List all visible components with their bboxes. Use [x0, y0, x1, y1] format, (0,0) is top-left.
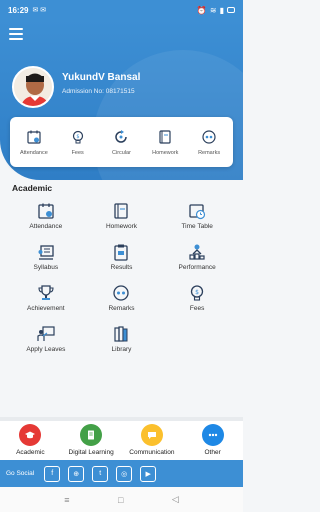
- status-time: 16:29: [8, 5, 29, 15]
- grid-achievement[interactable]: Achievement: [8, 284, 84, 312]
- chat-icon: [202, 129, 216, 144]
- go-social-bar: Go Social f ⊕ t ◎ ▶: [0, 460, 243, 487]
- grid-results[interactable]: Results: [84, 243, 160, 271]
- grid-syllabus[interactable]: Syllabus: [8, 243, 84, 271]
- grid-homework[interactable]: Homework: [84, 202, 160, 230]
- recent-apps-icon[interactable]: ≡: [64, 495, 69, 505]
- student-name: YukundV Bansal: [62, 72, 141, 83]
- globe-icon[interactable]: ⊕: [68, 465, 85, 482]
- quick-attendance[interactable]: Attendance: [14, 129, 54, 156]
- youtube-icon[interactable]: ▶: [140, 465, 157, 482]
- document-icon: [80, 424, 103, 446]
- grid-label: Apply Leaves: [26, 346, 66, 353]
- bottom-nav: Academic Digital Learning Communication …: [0, 421, 243, 460]
- grid-label: Homework: [105, 223, 138, 230]
- circular-arrow-icon: [115, 129, 128, 143]
- quick-links-card: Attendance $ Fees Circular Homework Rema…: [10, 117, 233, 167]
- quick-homework[interactable]: Homework: [145, 129, 185, 156]
- wifi-icon: ≋: [209, 5, 217, 15]
- quick-remarks[interactable]: Remarks: [189, 129, 229, 156]
- money-bulb-icon: $: [72, 130, 83, 143]
- signal-icon: ▮: [219, 5, 224, 15]
- grid-apply-leaves[interactable]: Apply Leaves: [8, 325, 84, 353]
- facebook-icon[interactable]: f: [44, 465, 61, 482]
- quick-label: Homework: [152, 149, 179, 156]
- quick-circular[interactable]: Circular: [101, 129, 141, 156]
- quick-fees[interactable]: $ Fees: [58, 129, 98, 156]
- quick-label: Fees: [71, 149, 84, 156]
- avatar: [12, 66, 54, 108]
- nav-label: Other: [204, 449, 221, 456]
- quick-label: Attendance: [19, 149, 48, 156]
- syllabus-board-icon: [38, 245, 54, 260]
- grid-label: Performance: [178, 264, 216, 271]
- quick-label: Remarks: [198, 149, 221, 156]
- grid-label: Attendance: [29, 223, 63, 230]
- instagram-icon[interactable]: ◎: [116, 465, 133, 482]
- more-dots-icon: [201, 424, 224, 446]
- money-bulb-icon: $: [191, 285, 204, 301]
- home-icon[interactable]: □: [118, 495, 123, 505]
- grid-label: Time Table: [181, 223, 213, 230]
- chat-icon: [113, 285, 130, 301]
- grid-label: Fees: [189, 305, 205, 312]
- section-title: Academic: [12, 183, 53, 193]
- svg-text:$: $: [76, 134, 79, 140]
- performance-podium-icon: [189, 244, 205, 260]
- system-nav-bar: ≡ □ ◁: [0, 487, 243, 512]
- calendar-check-icon: [38, 203, 54, 219]
- grid-label: Library: [111, 346, 132, 353]
- status-bar: 16:29 ✉ ✉ ⏰ ≋ ▮: [0, 0, 243, 20]
- svg-text:$: $: [195, 289, 199, 296]
- alarm-icon: ⏰: [196, 5, 207, 15]
- chat-bubble-icon: [140, 424, 163, 446]
- grid-library[interactable]: Library: [84, 325, 160, 353]
- grid-label: Achievement: [27, 305, 65, 312]
- library-books-icon: [114, 326, 128, 342]
- nav-academic[interactable]: Academic: [0, 424, 60, 456]
- grid-label: Syllabus: [33, 264, 59, 271]
- grid-time-table[interactable]: Time Table: [159, 202, 235, 230]
- nav-other[interactable]: Other: [183, 424, 243, 456]
- calendar-check-icon: [27, 130, 41, 144]
- back-icon[interactable]: ◁: [172, 494, 179, 505]
- nav-label: Digital Learning: [68, 449, 114, 456]
- book-icon: [114, 203, 129, 219]
- trophy-icon: [38, 285, 54, 300]
- nav-label: Academic: [16, 449, 45, 456]
- grid-label: Results: [110, 264, 133, 271]
- book-icon: [159, 129, 171, 144]
- academic-grid: Attendance Homework Time Table Syllabus …: [8, 202, 235, 353]
- status-icons: ⏰ ≋ ▮: [197, 6, 235, 15]
- calendar-clock-icon: [189, 204, 206, 220]
- twitter-icon[interactable]: t: [92, 465, 109, 482]
- graduation-cap-icon: [19, 424, 42, 446]
- menu-icon[interactable]: [9, 28, 23, 40]
- grid-performance[interactable]: Performance: [159, 243, 235, 271]
- admission-number: Admission No: 08171515: [62, 88, 135, 95]
- grid-attendance[interactable]: Attendance: [8, 202, 84, 230]
- go-social-label: Go Social: [6, 470, 35, 477]
- teacher-board-icon: [37, 326, 55, 341]
- battery-icon: [227, 7, 235, 13]
- results-clipboard-icon: [114, 244, 129, 261]
- grid-fees[interactable]: $ Fees: [159, 284, 235, 312]
- notification-icon: ✉ ✉: [32, 7, 47, 14]
- grid-label: Remarks: [108, 305, 135, 312]
- nav-label: Communication: [129, 449, 175, 456]
- grid-remarks[interactable]: Remarks: [84, 284, 160, 312]
- nav-communication[interactable]: Communication: [122, 424, 182, 456]
- quick-label: Circular: [112, 149, 131, 156]
- nav-digital-learning[interactable]: Digital Learning: [61, 424, 121, 456]
